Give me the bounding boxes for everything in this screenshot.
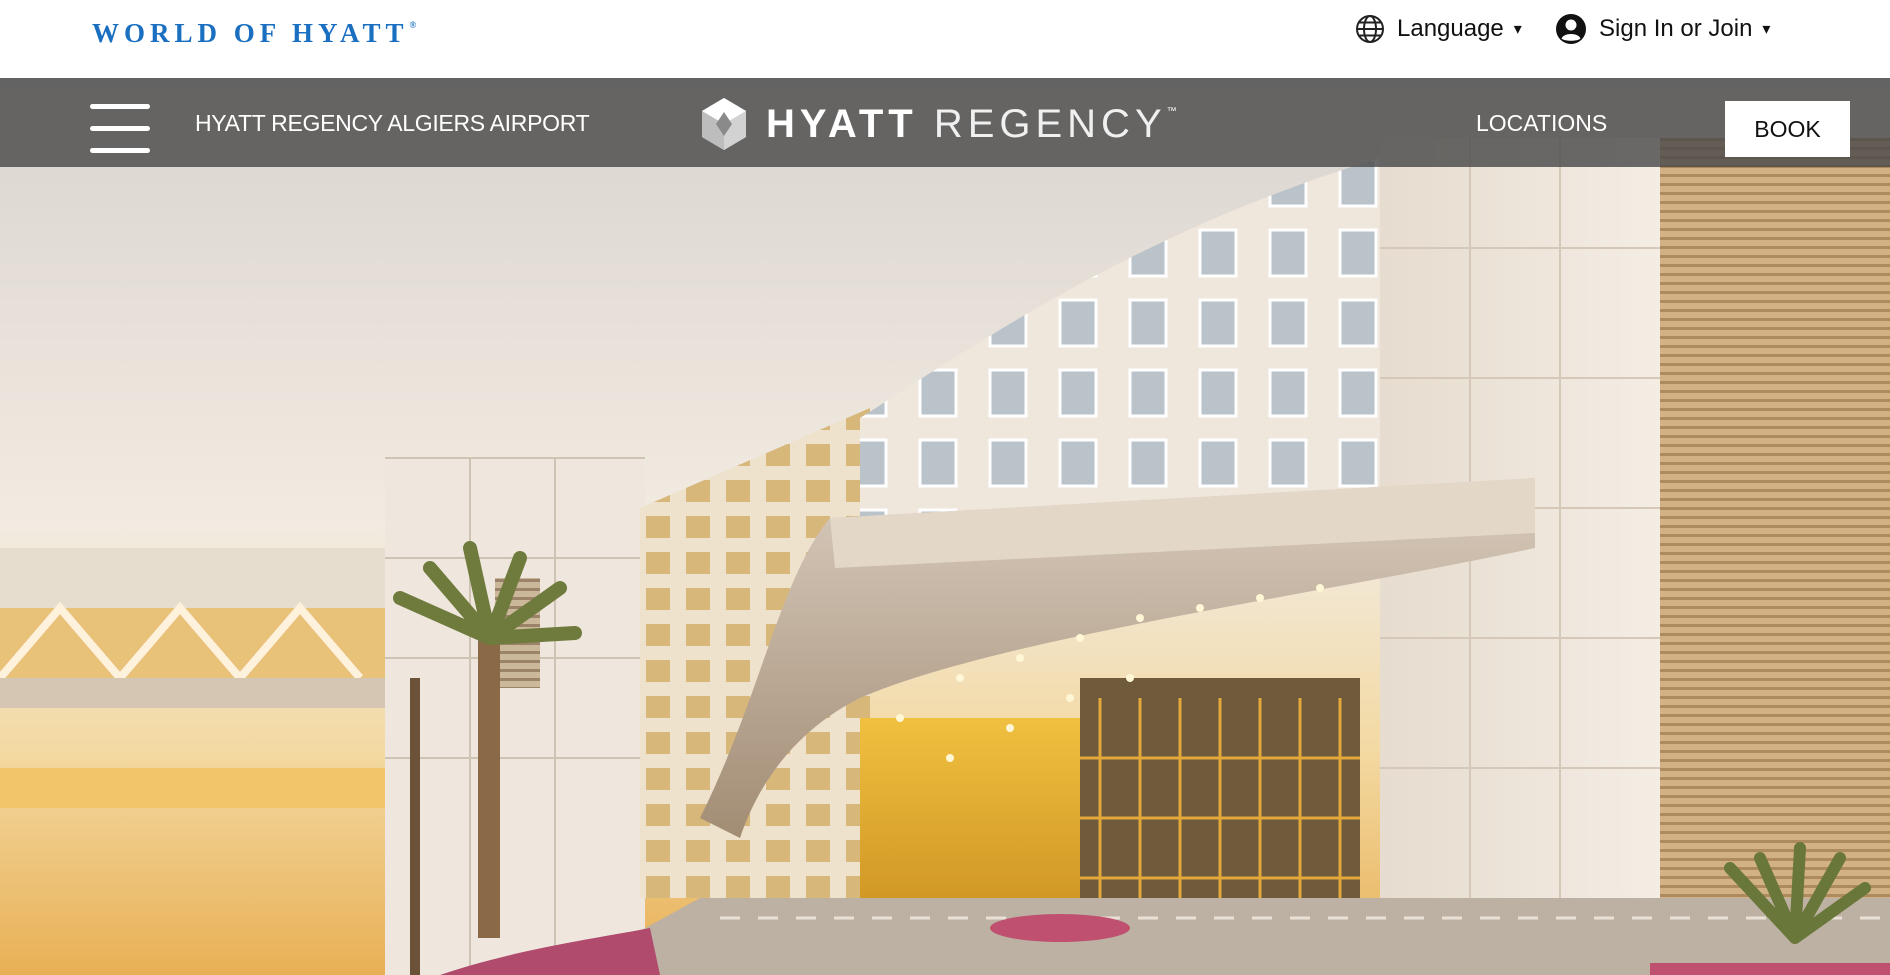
sign-in-or-join-menu[interactable]: Sign In or Join ▾ (1555, 13, 1770, 45)
globe-icon (1356, 15, 1384, 43)
logo-wordmark-light: REGENCY (933, 101, 1167, 146)
brand-registered-mark: ® (409, 20, 417, 30)
locations-link[interactable]: LOCATIONS (1476, 110, 1607, 137)
hotel-name-link[interactable]: HYATT REGENCY ALGIERS AIRPORT (195, 110, 590, 137)
hamburger-menu-icon[interactable] (90, 104, 150, 154)
book-button[interactable]: BOOK (1725, 101, 1850, 157)
hero-image (0, 78, 1890, 975)
signin-caret-icon: ▾ (1762, 21, 1771, 38)
logo-wordmark-bold: HYATT (766, 101, 918, 146)
language-selector[interactable]: Language ▾ (1355, 13, 1522, 45)
hotel-nav-bar: HYATT REGENCY ALGIERS AIRPORT HYATT REGE… (0, 78, 1890, 167)
hyatt-diamond-logo-icon (702, 98, 746, 150)
hotel-exterior-photo (0, 78, 1890, 975)
logo-trademark: ™ (1166, 105, 1177, 117)
logo-wordmark: HYATT REGENCY™ (766, 102, 1177, 147)
world-of-hyatt-logo[interactable]: WORLD OF HYATT® (92, 14, 416, 48)
signin-label: Sign In or Join (1599, 15, 1753, 42)
language-label: Language (1397, 15, 1504, 42)
user-circle-icon (1556, 14, 1586, 44)
hyatt-regency-logo[interactable]: HYATT REGENCY™ (700, 96, 1177, 152)
language-caret-icon: ▾ (1513, 21, 1522, 38)
brand-text: WORLD OF HYATT (92, 18, 409, 48)
utility-bar: WORLD OF HYATT® Language ▾ Sign In or Jo… (0, 0, 1890, 78)
